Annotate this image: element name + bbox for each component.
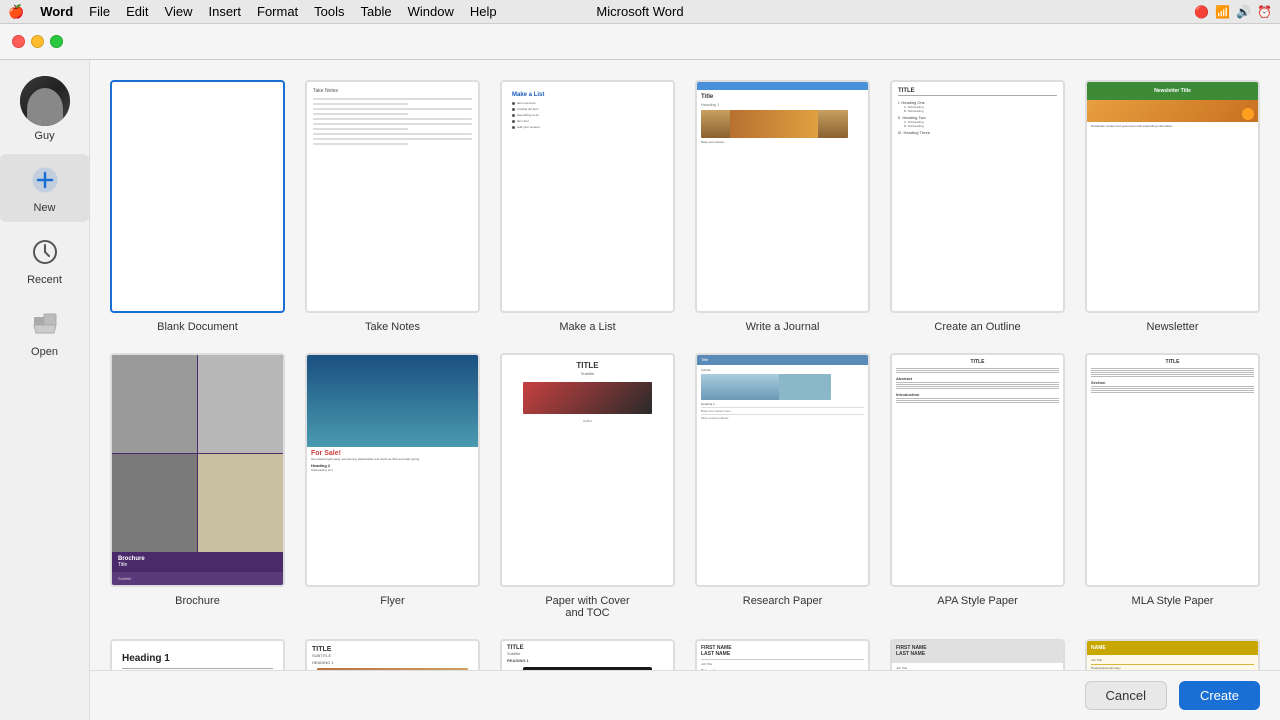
menu-file[interactable]: File	[89, 4, 110, 19]
user-name: Guy	[34, 130, 54, 142]
template-blank[interactable]: Blank Document	[110, 80, 285, 333]
template-grid: Blank Document Take Notes Take Notes	[110, 80, 1260, 720]
menu-help[interactable]: Help	[470, 4, 497, 19]
new-icon	[27, 162, 63, 198]
minimize-button[interactable]	[31, 35, 44, 48]
bottom-bar: Cancel Create	[90, 670, 1280, 720]
brochure-thumb: Brochure Title Subtitle	[110, 353, 285, 586]
paper-cover-label: Paper with Cover and TOC	[543, 595, 633, 619]
traffic-lights	[12, 35, 63, 48]
template-journal[interactable]: Title Heading 1 Body text content Write …	[695, 80, 870, 333]
new-label: New	[33, 202, 55, 214]
sidebar: Guy New Recent	[0, 60, 90, 720]
user-profile[interactable]: Guy	[20, 68, 70, 150]
brochure-label: Brochure	[175, 595, 220, 607]
newsletter-thumb: Newsletter Title Newsletter content text…	[1085, 80, 1260, 313]
menu-bar: 🍎 Word File Edit View Insert Format Tool…	[0, 0, 1280, 24]
sidebar-item-recent[interactable]: Recent	[0, 226, 89, 294]
template-research[interactable]: Title Subtitle Heading 2 Body text conte…	[695, 353, 870, 618]
template-flyer[interactable]: For Sale! Get started right away, just t…	[305, 353, 480, 618]
recent-label: Recent	[27, 274, 62, 286]
flyer-label: Flyer	[380, 595, 404, 607]
research-label: Research Paper	[743, 595, 823, 607]
menu-edit[interactable]: Edit	[126, 4, 148, 19]
apa-thumb: TITLE Abstract Introduction	[890, 353, 1065, 586]
journal-label: Write a Journal	[746, 321, 820, 333]
system-tray: 🔴📶🔊⏰	[1194, 5, 1272, 19]
window-title: Microsoft Word	[596, 4, 683, 19]
template-outline[interactable]: TITLE I. Heading One A. Subheading B. Su…	[890, 80, 1065, 333]
app-name: Word	[40, 4, 73, 19]
menu-view[interactable]: View	[165, 4, 193, 19]
flyer-thumb: For Sale! Get started right away, just t…	[305, 353, 480, 586]
research-thumb: Title Subtitle Heading 2 Body text conte…	[695, 353, 870, 586]
cancel-button[interactable]: Cancel	[1085, 681, 1167, 710]
template-browser[interactable]: Blank Document Take Notes Take Notes	[90, 60, 1280, 720]
open-label: Open	[31, 346, 58, 358]
outline-thumb: TITLE I. Heading One A. Subheading B. Su…	[890, 80, 1065, 313]
title-bar	[0, 24, 1280, 60]
create-button[interactable]: Create	[1179, 681, 1260, 710]
paper-cover-thumb: TITLE Subtitle Author	[500, 353, 675, 586]
menu-table[interactable]: Table	[361, 4, 392, 19]
menu-tools[interactable]: Tools	[314, 4, 344, 19]
maximize-button[interactable]	[50, 35, 63, 48]
menu-insert[interactable]: Insert	[208, 4, 241, 19]
blank-thumb	[110, 80, 285, 313]
make-list-label: Make a List	[559, 321, 615, 333]
template-take-notes[interactable]: Take Notes Take Notes	[305, 80, 480, 333]
template-brochure[interactable]: Brochure Title Subtitle Brochure	[110, 353, 285, 618]
mla-thumb: TITLE Section	[1085, 353, 1260, 586]
take-notes-label: Take Notes	[365, 321, 420, 333]
template-make-list[interactable]: Make a List Item one here Another list i…	[500, 80, 675, 333]
make-list-thumb: Make a List Item one here Another list i…	[500, 80, 675, 313]
template-paper-cover[interactable]: TITLE Subtitle Author Paper with Cover a…	[500, 353, 675, 618]
recent-icon	[27, 234, 63, 270]
blank-label: Blank Document	[157, 321, 238, 333]
template-newsletter[interactable]: Newsletter Title Newsletter content text…	[1085, 80, 1260, 333]
menu-format[interactable]: Format	[257, 4, 298, 19]
close-button[interactable]	[12, 35, 25, 48]
newsletter-label: Newsletter	[1147, 321, 1199, 333]
sidebar-item-open[interactable]: Open	[0, 298, 89, 366]
journal-thumb: Title Heading 1 Body text content	[695, 80, 870, 313]
apple-icon[interactable]: 🍎	[8, 4, 24, 20]
avatar	[20, 76, 70, 126]
mla-label: MLA Style Paper	[1132, 595, 1214, 607]
take-notes-thumb: Take Notes	[305, 80, 480, 313]
outline-label: Create an Outline	[934, 321, 1020, 333]
template-mla[interactable]: TITLE Section MLA Style Paper	[1085, 353, 1260, 618]
open-icon	[27, 306, 63, 342]
sidebar-item-new[interactable]: New	[0, 154, 89, 222]
apa-label: APA Style Paper	[937, 595, 1018, 607]
main-layout: Guy New Recent	[0, 60, 1280, 720]
menu-window[interactable]: Window	[408, 4, 454, 19]
template-apa[interactable]: TITLE Abstract Introduction	[890, 353, 1065, 618]
